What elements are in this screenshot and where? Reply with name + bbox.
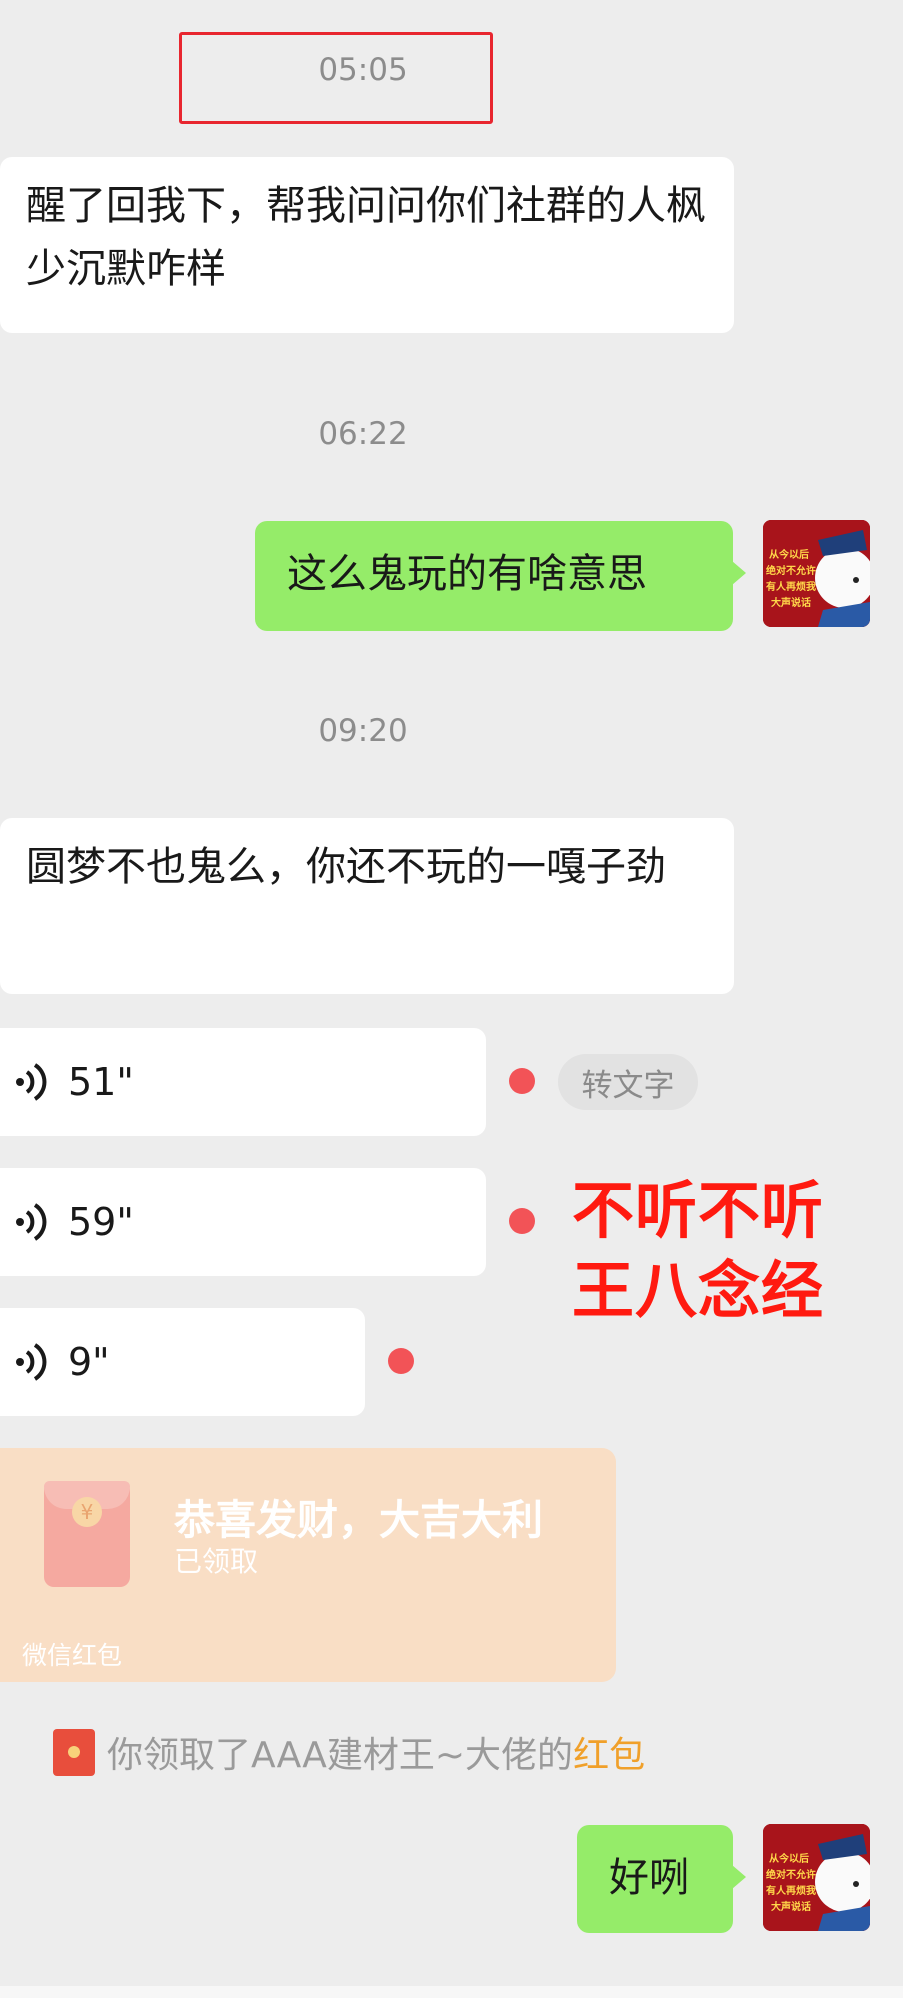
avatar-caption: 大声说话 [771, 596, 811, 609]
red-packet-link[interactable]: 红包 [573, 1726, 645, 1778]
avatar-caption: 绝对不允许 [766, 1868, 816, 1881]
avatar-caption: 大声说话 [771, 1900, 811, 1913]
message-text: 醒了回我下，帮我问问你们社群的人枫少沉默咋样 [26, 183, 706, 292]
message-text: 好咧 [609, 1855, 689, 1901]
unread-dot [509, 1208, 535, 1234]
red-envelope-icon: ¥ [44, 1481, 130, 1587]
red-packet-status: 已领取 [174, 1545, 259, 1578]
red-packet-footer: 微信红包 [22, 1641, 123, 1670]
avatar-caption: 绝对不允许 [766, 564, 816, 577]
red-packet-card[interactable]: ¥ 恭喜发财，大吉大利 已领取 微信红包 [0, 1448, 616, 1682]
voice-message[interactable]: 51" [0, 1028, 486, 1136]
avatar-image: 从今以后 绝对不允许 有人再烦我 大声说话 [763, 1824, 870, 1931]
system-notice: 你领取了AAA建材王~大佬的 红包 [53, 1726, 645, 1778]
message-text: 这么鬼玩的有啥意思 [287, 551, 647, 597]
message-text: 圆梦不也鬼么，你还不玩的一嘎子劲 [26, 844, 666, 890]
unread-dot [509, 1068, 535, 1094]
voice-message[interactable]: 59" [0, 1168, 486, 1276]
received-message-bubble[interactable]: 醒了回我下，帮我问问你们社群的人枫少沉默咋样 [0, 157, 734, 333]
unread-dot [388, 1348, 414, 1374]
voice-duration: 9" [68, 1340, 110, 1384]
sent-message-bubble[interactable]: 这么鬼玩的有啥意思 [255, 521, 746, 631]
red-packet-icon [53, 1728, 95, 1776]
voice-wave-icon [16, 1203, 47, 1241]
input-bar-edge [0, 1986, 903, 1998]
coin-icon: ¥ [72, 1497, 102, 1527]
avatar-caption: 从今以后 [769, 1852, 809, 1865]
timestamp: 05:05 [318, 52, 408, 88]
avatar-caption: 从今以后 [769, 548, 809, 561]
avatar[interactable]: 从今以后 绝对不允许 有人再烦我 大声说话 [763, 1824, 870, 1931]
annotation-line: 不听不听 [572, 1174, 825, 1247]
received-message-bubble[interactable]: 圆梦不也鬼么，你还不玩的一嘎子劲 [0, 818, 734, 994]
voice-duration: 59" [68, 1200, 134, 1244]
annotation-line: 王八念经 [572, 1254, 825, 1327]
sent-message-bubble[interactable]: 好咧 [577, 1825, 746, 1933]
timestamp: 09:20 [318, 713, 408, 749]
system-notice-text: 你领取了AAA建材王~大佬的 [107, 1735, 574, 1776]
voice-to-text-button[interactable]: 转文字 [558, 1054, 698, 1110]
voice-duration: 51" [68, 1060, 134, 1104]
avatar-image: 从今以后 绝对不允许 有人再烦我 大声说话 [763, 520, 870, 627]
avatar[interactable]: 从今以后 绝对不允许 有人再烦我 大声说话 [763, 520, 870, 627]
voice-wave-icon [16, 1343, 47, 1381]
avatar-caption: 有人再烦我 [766, 1884, 816, 1897]
timestamp: 06:22 [318, 416, 408, 452]
voice-message[interactable]: 9" [0, 1308, 365, 1416]
red-packet-title: 恭喜发财，大吉大利 [174, 1496, 543, 1544]
voice-wave-icon [16, 1063, 47, 1101]
avatar-caption: 有人再烦我 [766, 580, 816, 593]
